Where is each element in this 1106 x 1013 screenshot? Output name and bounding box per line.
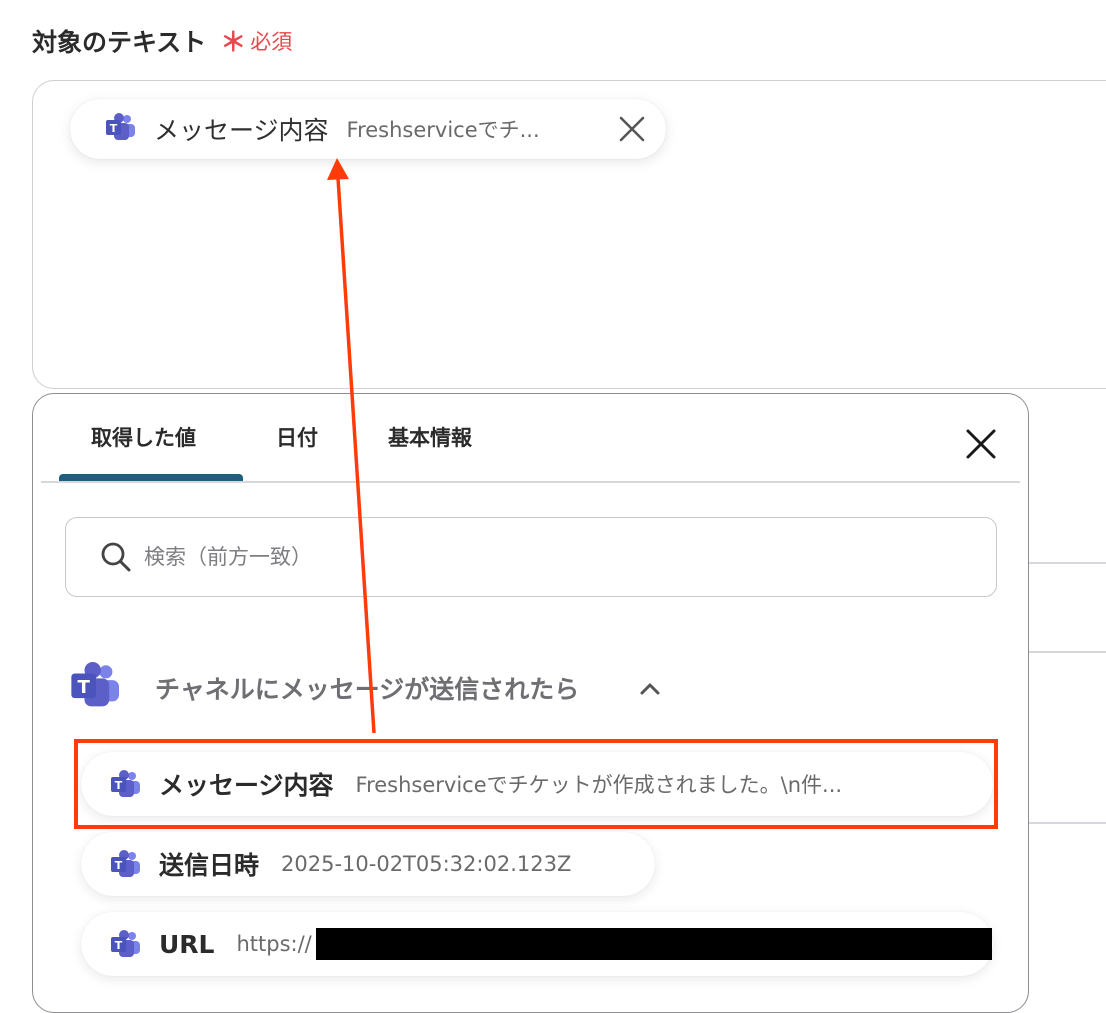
remove-token-close-icon[interactable] [614,111,650,147]
search-field[interactable] [65,517,997,597]
svg-text:T: T [115,859,123,872]
microsoft-teams-icon: T [106,113,136,145]
microsoft-teams-icon: T [71,662,121,712]
token-value: Freshserviceでチ... [346,118,540,142]
item-name: 送信日時 [159,851,260,880]
token-name: メッセージ内容 [154,116,329,145]
field-label: 対象のテキスト ＊ 必須 [32,22,292,59]
tab-date[interactable]: 日付 [276,422,318,452]
svg-text:T: T [110,122,118,135]
tab-basic-info[interactable]: 基本情報 [388,422,472,452]
redacted-block [315,928,992,960]
message-content-token[interactable]: T メッセージ内容 Freshserviceでチ... [70,99,666,159]
background-divider [1029,651,1106,653]
svg-text:T: T [115,939,123,952]
tab-acquired-values[interactable]: 取得した値 [91,422,196,452]
item-value: https:// [236,932,312,956]
item-name: URL [159,929,215,959]
microsoft-teams-icon: T [111,850,141,878]
panel-close-icon[interactable] [963,426,999,462]
trigger-section-title[interactable]: チャネルにメッセージが送信されたら [155,670,579,706]
microsoft-teams-icon: T [111,930,141,958]
value-item-sent-datetime[interactable]: T 送信日時 2025-10-02T05:32:02.123Z [81,832,655,896]
tabs-divider [41,481,1020,483]
background-divider [1029,562,1106,564]
highlight-box [74,739,998,829]
svg-text:T: T [78,677,91,698]
item-value: 2025-10-02T05:32:02.123Z [281,852,572,876]
required-star: ＊ [220,28,247,58]
chevron-up-icon[interactable] [639,680,661,696]
required-text: 必須 [250,29,293,54]
value-item-url[interactable]: T URL https:// [81,912,993,976]
active-tab-indicator [59,474,243,481]
search-icon [100,541,132,573]
background-divider [1029,822,1106,824]
value-picker-panel: 取得した値 日付 基本情報 T チャネルにメッセージが送信されたら [32,393,1029,1013]
field-label-text: 対象のテキスト [32,28,207,57]
required-indicator: ＊ 必須 [220,22,292,59]
search-input[interactable] [142,544,966,570]
